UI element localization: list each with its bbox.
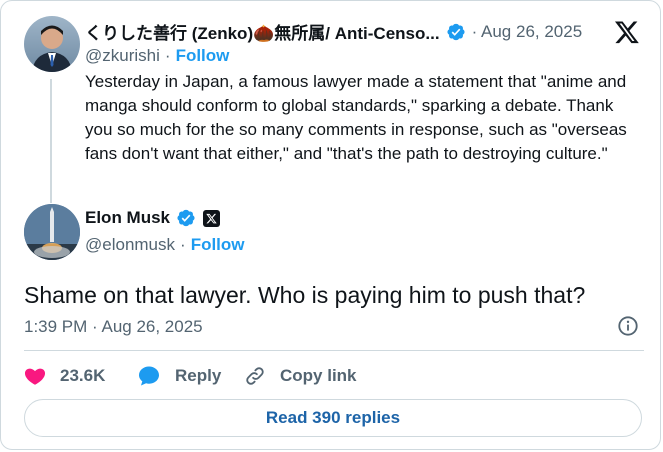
main-tweet-text: Shame on that lawyer. Who is paying him …	[24, 282, 586, 308]
main-handle-row: @elonmusk · Follow	[85, 235, 245, 255]
read-replies-button[interactable]: Read 390 replies	[24, 399, 642, 437]
embedded-tweet-card: くりした善行 (Zenko)🌰無所属/ Anti-Censo... · Aug …	[0, 0, 661, 450]
divider	[24, 350, 644, 351]
copy-link-button[interactable]: Copy link	[244, 361, 357, 391]
verified-badge-icon	[177, 209, 195, 227]
main-follow-button[interactable]: Follow	[191, 235, 245, 255]
like-button[interactable]: 23.6K	[24, 361, 105, 391]
action-bar: 23.6K Reply Copy link	[24, 361, 644, 391]
info-icon[interactable]	[617, 315, 639, 337]
quoted-author-row: くりした善行 (Zenko)🌰無所属/ Anti-Censo... · Aug …	[85, 19, 582, 44]
profile-photo	[24, 204, 80, 260]
verified-badge-icon	[447, 23, 465, 40]
separator-dot: ·	[164, 46, 171, 65]
link-icon	[246, 367, 264, 385]
quoted-handle-row: @zkurishi · Follow	[85, 46, 229, 66]
reply-button[interactable]: Reply	[137, 361, 221, 391]
copy-link-label: Copy link	[280, 366, 357, 385]
x-affiliate-badge-icon	[203, 209, 221, 227]
main-author-row: Elon Musk	[85, 208, 221, 228]
heart-icon	[24, 368, 46, 385]
x-logo-icon[interactable]	[614, 19, 640, 45]
separator-dot: ·	[180, 235, 186, 254]
quoted-tweet-text: Yesterday in Japan, a famous lawyer made…	[85, 72, 627, 163]
quoted-author-handle[interactable]: @zkurishi	[85, 46, 160, 66]
reply-label: Reply	[175, 366, 222, 385]
thread-connector-line	[50, 79, 52, 203]
quoted-author-name[interactable]: くりした善行 (Zenko)🌰無所属/ Anti-Censo...	[85, 19, 440, 44]
main-author-name[interactable]: Elon Musk	[85, 208, 170, 228]
profile-photo	[32, 25, 72, 72]
quoted-follow-button[interactable]: Follow	[176, 46, 230, 66]
avatar[interactable]	[24, 204, 80, 260]
reply-bubble-icon	[139, 366, 159, 386]
quoted-tweet-date[interactable]: · Aug 26, 2025	[472, 22, 583, 42]
avatar[interactable]	[24, 16, 80, 72]
like-count: 23.6K	[60, 366, 106, 385]
tweet-timestamp[interactable]: 1:39 PM · Aug 26, 2025	[24, 317, 203, 337]
main-author-handle[interactable]: @elonmusk	[85, 235, 175, 255]
